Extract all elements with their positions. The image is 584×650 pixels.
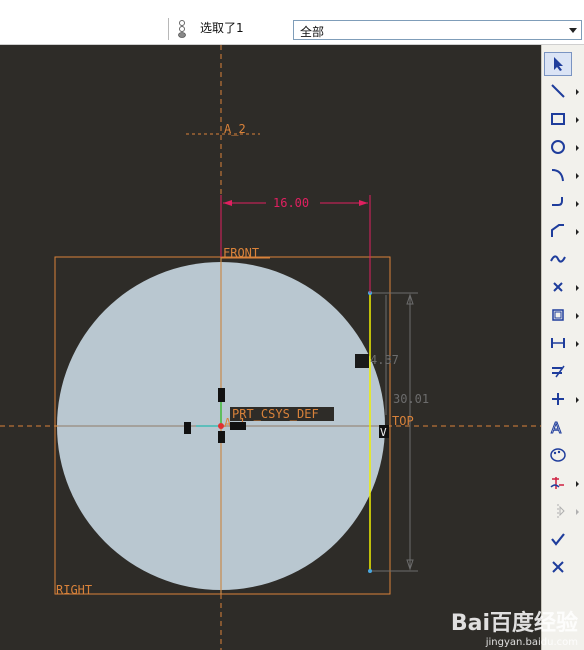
marker-v-top (218, 388, 225, 402)
sketch-toolbar: A (541, 45, 584, 650)
trim-icon[interactable] (544, 471, 572, 495)
mirror-icon (544, 499, 572, 523)
circle-flyout-arrow[interactable] (576, 145, 579, 151)
dimension-flyout-arrow[interactable] (576, 341, 579, 347)
cancel-icon[interactable] (544, 555, 572, 579)
watermark-url: jingyan.baidu.com (485, 637, 578, 648)
palette-icon[interactable] (544, 443, 572, 467)
spline-icon[interactable] (544, 247, 572, 271)
trim-flyout-arrow[interactable] (576, 481, 579, 487)
marker-h-left (184, 422, 191, 434)
chamfer-flyout-arrow[interactable] (576, 229, 579, 235)
circle-icon[interactable] (544, 135, 572, 159)
rect-flyout-arrow[interactable] (576, 117, 579, 123)
rectangle-icon[interactable] (544, 107, 572, 131)
dimension-icon[interactable] (544, 331, 572, 355)
watermark-logo: Bai百度经验 (450, 611, 578, 636)
select-arrow-icon[interactable] (544, 52, 572, 76)
modify-icon[interactable] (544, 359, 572, 383)
svg-text:A: A (551, 419, 562, 435)
mirror-flyout-arrow (576, 509, 579, 515)
constraint-v-label[interactable]: V (380, 426, 387, 439)
selection-filter-icon[interactable] (176, 18, 188, 40)
sketch-canvas[interactable]: 16.00 30.01 4.37 A_2 FRONT RIGHT TOP PRT… (0, 45, 541, 650)
text-icon[interactable]: A (544, 415, 572, 439)
dim-inner-label[interactable]: 4.37 (370, 353, 399, 367)
accept-icon[interactable] (544, 527, 572, 551)
chevron-down-icon[interactable] (569, 28, 577, 33)
point-flyout-arrow[interactable] (576, 285, 579, 291)
dim-width-label[interactable]: 16.00 (273, 196, 309, 210)
fillet-flyout-arrow[interactable] (576, 201, 579, 207)
fillet-icon[interactable] (544, 191, 572, 215)
selection-bar: 选取了1 全部 (0, 0, 584, 45)
line-icon[interactable] (544, 79, 572, 103)
dim-handle-box[interactable] (355, 354, 369, 368)
dim-arrow-right (359, 200, 368, 206)
marker-h-right (230, 422, 246, 430)
separator (168, 18, 169, 40)
selection-count-label: 选取了1 (200, 21, 244, 35)
dim-height-label[interactable]: 30.01 (393, 392, 429, 406)
axis-a2-label: A_2 (224, 122, 246, 136)
endpoint-bottom[interactable] (368, 569, 372, 573)
constraint-icon[interactable] (544, 387, 572, 411)
arc-icon[interactable] (544, 163, 572, 187)
filter-dropdown-value: 全部 (300, 25, 325, 39)
filter-dropdown[interactable]: 全部 (293, 20, 582, 40)
offset-icon[interactable] (544, 303, 572, 327)
offset-flyout-arrow[interactable] (576, 313, 579, 319)
datum-right-label: RIGHT (56, 583, 92, 597)
arc-flyout-arrow[interactable] (576, 173, 579, 179)
sketch-graphics[interactable]: 16.00 30.01 4.37 A_2 FRONT RIGHT TOP PRT… (0, 45, 541, 650)
dim-arrow-left (223, 200, 232, 206)
point-icon[interactable] (544, 275, 572, 299)
marker-v-bottom (218, 431, 225, 443)
line-flyout-arrow[interactable] (576, 89, 579, 95)
datum-top-label: TOP (392, 414, 414, 428)
baidu-watermark: Bai百度经验 jingyan.baidu.com (451, 605, 578, 648)
chamfer-icon[interactable] (544, 219, 572, 243)
constraint-flyout-arrow[interactable] (576, 397, 579, 403)
csys-origin[interactable] (218, 423, 224, 429)
